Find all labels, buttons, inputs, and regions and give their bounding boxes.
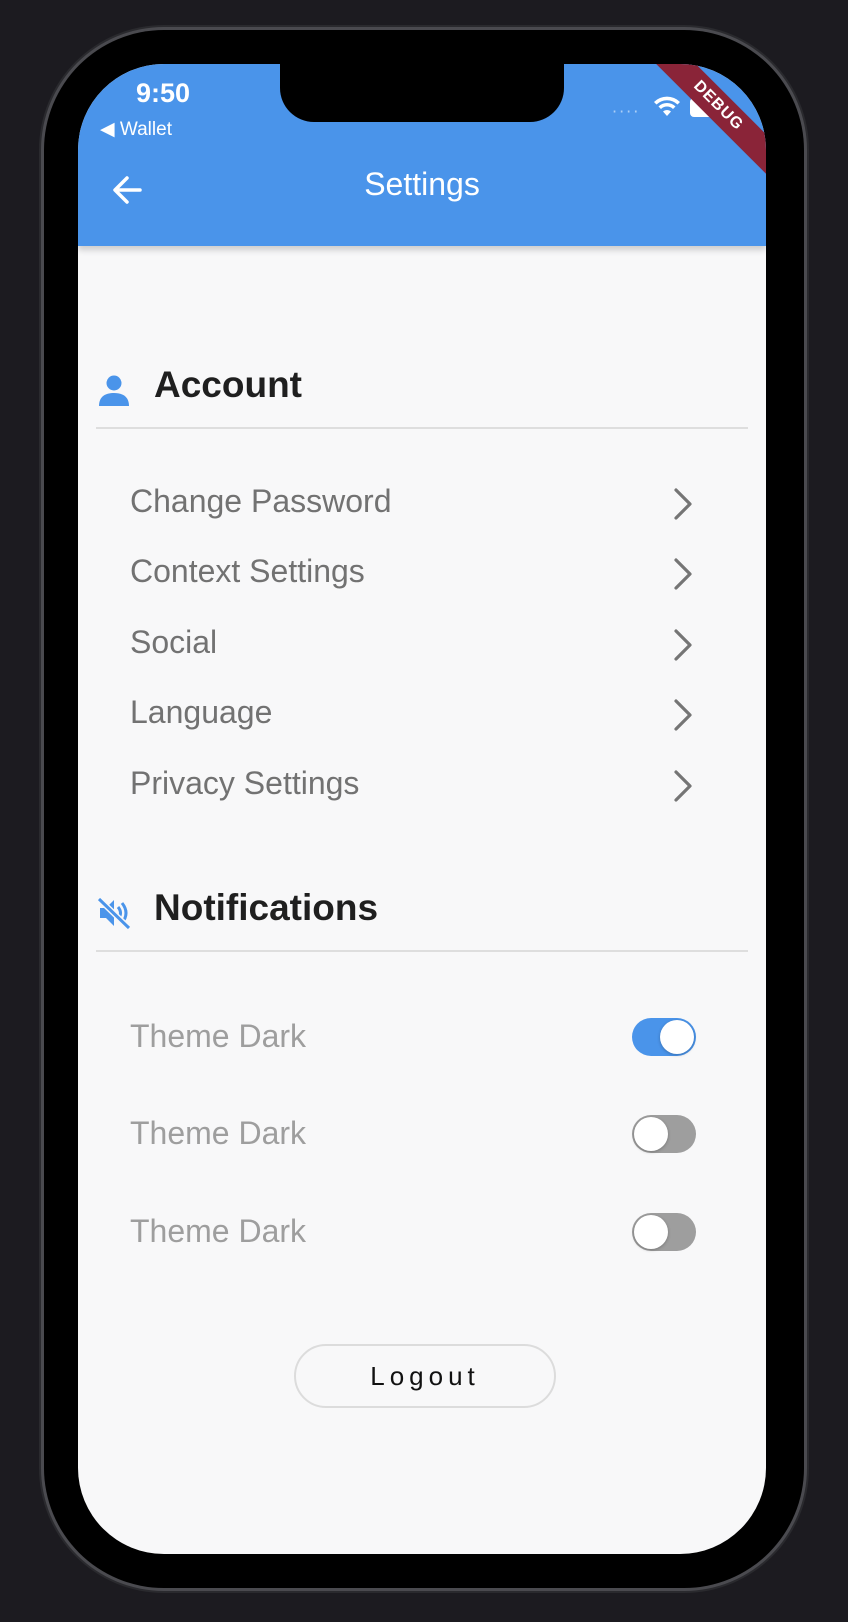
toggle-switch[interactable] (632, 1115, 696, 1153)
toggle-switch[interactable] (632, 1213, 696, 1251)
switch-knob (660, 1020, 694, 1054)
switch-knob (634, 1215, 668, 1249)
toggle-row: Theme Dark (130, 1203, 696, 1263)
chevron-right-icon (674, 629, 692, 661)
settings-item-label: Language (130, 694, 273, 730)
settings-item-privacy-settings[interactable]: Privacy Settings (130, 755, 696, 815)
chevron-right-icon (674, 770, 692, 802)
status-time: 9:50 (136, 78, 191, 108)
phone-frame: 9:50 ◀ Wallet ···· DEBUG Settings Accoun… (44, 30, 804, 1588)
settings-item-label: Context Settings (130, 553, 365, 589)
settings-item-context-settings[interactable]: Context Settings (130, 543, 696, 603)
toggle-label: Theme Dark (130, 1115, 307, 1151)
section-title-account: Account (154, 364, 302, 405)
toggle-switch[interactable] (632, 1018, 696, 1056)
person-icon (99, 375, 129, 406)
chevron-right-icon (674, 558, 692, 590)
divider (96, 950, 748, 952)
settings-item-language[interactable]: Language (130, 684, 696, 744)
section-header-notifications: Notifications (96, 883, 748, 943)
settings-item-change-password[interactable]: Change Password (130, 473, 696, 533)
toggle-label: Theme Dark (130, 1018, 307, 1054)
toggle-label: Theme Dark (130, 1213, 307, 1249)
cellular-signal-icon: ···· (612, 102, 641, 121)
notch (280, 64, 564, 122)
divider (96, 427, 748, 429)
settings-item-label: Social (130, 624, 218, 660)
settings-item-label: Privacy Settings (130, 765, 360, 801)
page-title: Settings (364, 166, 480, 202)
chevron-right-icon (674, 699, 692, 731)
wifi-icon (654, 96, 680, 116)
settings-item-social[interactable]: Social (130, 614, 696, 674)
volume-off-icon (96, 896, 132, 931)
app-screen: 9:50 ◀ Wallet ···· DEBUG Settings Accoun… (78, 64, 766, 1554)
logout-button[interactable]: Logout (294, 1344, 556, 1408)
back-to-app-link[interactable]: ◀ Wallet (100, 118, 172, 141)
toggle-row: Theme Dark (130, 1008, 696, 1068)
section-title-notifications: Notifications (154, 887, 379, 928)
settings-item-label: Change Password (130, 483, 392, 519)
toggle-row: Theme Dark (130, 1105, 696, 1165)
chevron-right-icon (674, 488, 692, 520)
app-bar: 9:50 ◀ Wallet ···· DEBUG Settings (78, 64, 766, 246)
switch-knob (634, 1117, 668, 1151)
section-header-account: Account (96, 360, 748, 420)
